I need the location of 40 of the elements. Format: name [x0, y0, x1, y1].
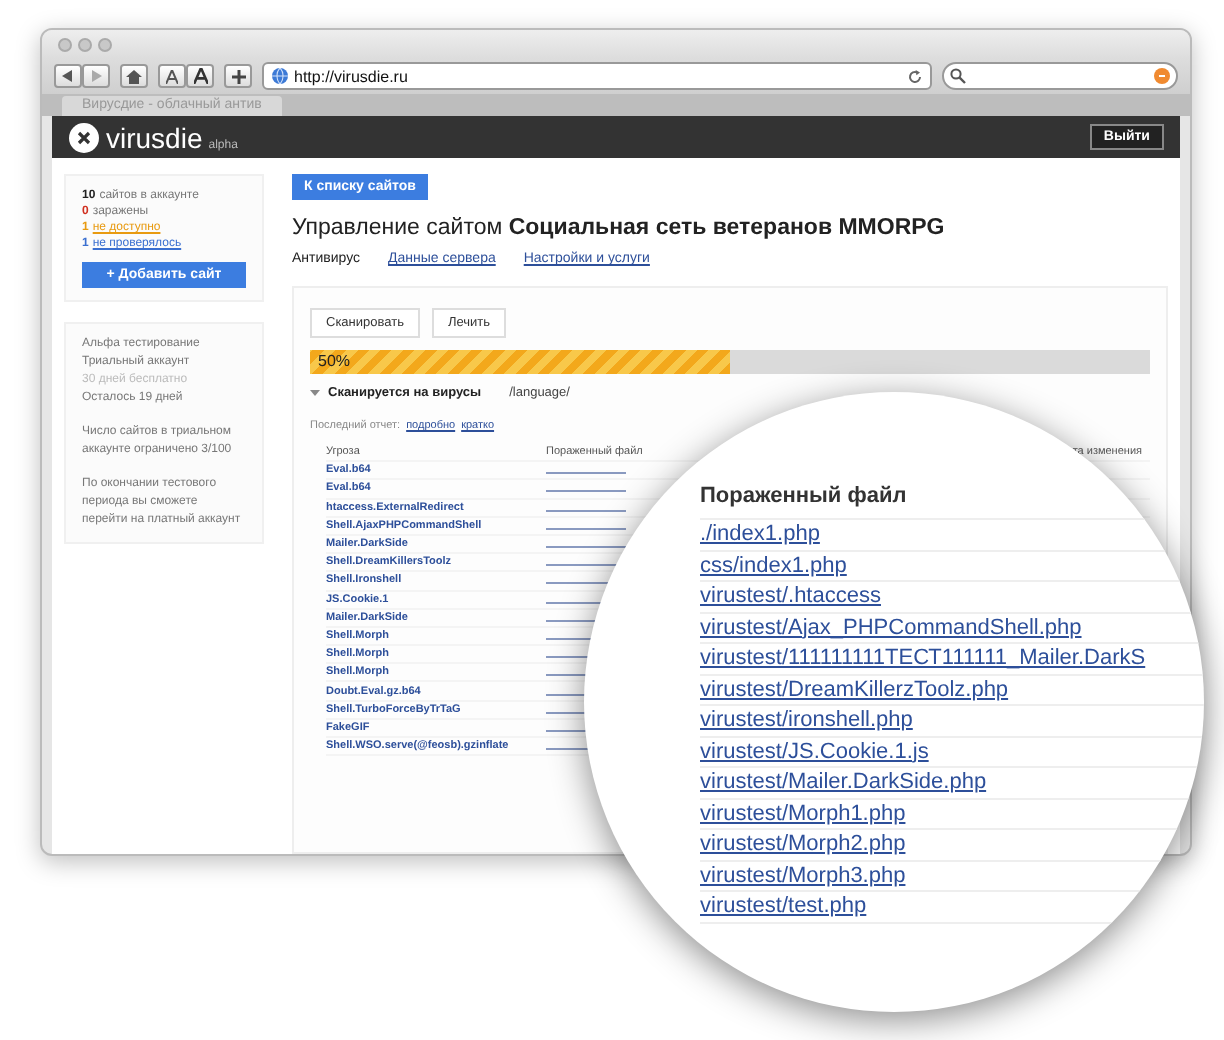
home-button[interactable]	[120, 64, 148, 88]
search-icon	[950, 68, 966, 84]
address-field[interactable]: http://virusdie.ru	[262, 62, 932, 90]
file-link-line	[546, 490, 626, 493]
add-bookmark-button[interactable]	[224, 64, 252, 88]
search-field[interactable]	[942, 62, 1178, 90]
spinner-icon	[310, 390, 320, 396]
file-link[interactable]: virustest/.htaccess	[700, 582, 1204, 613]
file-link-line	[546, 509, 626, 512]
right-arrow-icon	[90, 70, 102, 82]
left-arrow-icon	[62, 70, 74, 82]
file-link-line	[546, 546, 626, 549]
page-title: Управление сайтом Социальная сеть ветеранов MMORPG	[292, 216, 945, 240]
file-link[interactable]: virustest/DreamKillerzToolz.php	[700, 675, 1204, 706]
plus-icon	[231, 69, 245, 83]
file-link-line	[546, 527, 626, 530]
small-letter-icon	[166, 69, 178, 83]
file-link[interactable]: virustest/ironshell.php	[700, 706, 1204, 737]
file-link[interactable]: virustest/test.php	[700, 892, 1204, 923]
logo-icon	[68, 121, 100, 153]
back-button[interactable]	[54, 64, 82, 88]
column-header: Пораженный файл	[700, 484, 1204, 520]
home-icon	[126, 69, 142, 83]
file-link[interactable]: css/index1.php	[700, 551, 1204, 582]
progress-label: 50%	[318, 352, 351, 370]
globe-icon	[272, 68, 288, 84]
large-letter-icon	[193, 68, 207, 84]
file-link[interactable]: virustest/Mailer.DarkSide.php	[700, 768, 1204, 799]
file-link[interactable]: virustest/JS.Cookie.1.js	[700, 737, 1204, 768]
file-link[interactable]: virustest/111111111ТЕСТ111111_Mailer.DarkS	[700, 644, 1204, 675]
file-link[interactable]: virustest/Ajax_PHPCommandShell.php	[700, 613, 1204, 644]
text-larger-button[interactable]	[186, 64, 214, 88]
reload-icon[interactable]	[908, 69, 922, 83]
file-link[interactable]: ./index1.php	[700, 520, 1204, 551]
text-smaller-button[interactable]	[158, 64, 186, 88]
file-link[interactable]: virustest/Morph1.php	[700, 799, 1204, 830]
file-link-line	[546, 472, 626, 475]
logo-text: virusdie	[106, 121, 203, 153]
file-link[interactable]: virustest/Morph2.php	[700, 830, 1204, 861]
file-link[interactable]: virustest/Morph3.php	[700, 861, 1204, 892]
